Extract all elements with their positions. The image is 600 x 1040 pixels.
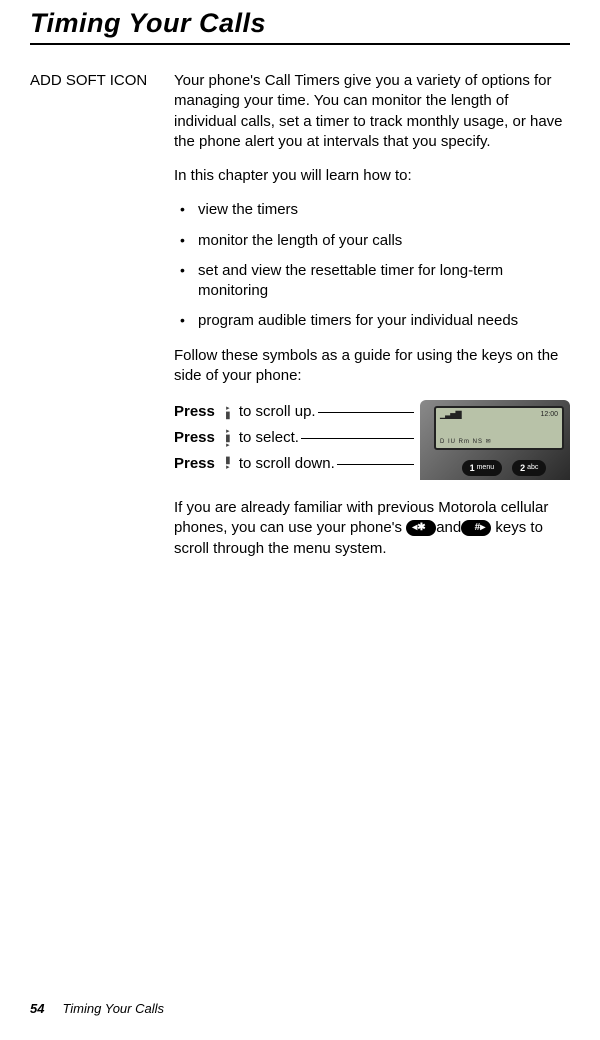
- status-line: D IU Rm NS ✉: [440, 438, 558, 446]
- press-label: Press: [174, 428, 215, 448]
- connector-line: [301, 438, 414, 439]
- press-label: Press: [174, 402, 215, 422]
- phone-illustration: ▁▃▅▇ 12:00 D IU Rm NS ✉ 1menu 2abc: [420, 400, 570, 480]
- press-select-text: to select.: [239, 428, 299, 448]
- page-title: Timing Your Calls: [30, 8, 570, 43]
- press-row-down: Press ▮▸ to scroll down.: [174, 453, 414, 475]
- familiar-and: and: [436, 519, 461, 536]
- select-icon: ▸▮▸: [221, 429, 235, 447]
- page-number: 54: [30, 1001, 44, 1016]
- phone-key-2: 2abc: [512, 460, 546, 476]
- learn-lead: In this chapter you will learn how to:: [174, 166, 570, 186]
- list-item: monitor the length of your calls: [174, 231, 570, 251]
- follow-symbols-paragraph: Follow these symbols as a guide for usin…: [174, 346, 570, 387]
- familiar-paragraph: If you are already familiar with previou…: [174, 498, 570, 559]
- hash-key-icon: #▸: [461, 520, 491, 536]
- intro-paragraph: Your phone's Call Timers give you a vari…: [174, 71, 570, 152]
- connector-line: [318, 412, 414, 413]
- page-footer: 54 Timing Your Calls: [30, 1001, 164, 1016]
- phone-screen: ▁▃▅▇ 12:00 D IU Rm NS ✉: [434, 406, 564, 450]
- press-up-text: to scroll up.: [239, 402, 316, 422]
- press-row-up: Press ▸▮ to scroll up.: [174, 401, 414, 423]
- title-rule: [30, 43, 570, 45]
- list-item: view the timers: [174, 200, 570, 220]
- list-item: set and view the resettable timer for lo…: [174, 261, 570, 302]
- connector-line: [337, 464, 414, 465]
- star-key-icon: ◂✱: [406, 520, 436, 536]
- footer-title: Timing Your Calls: [62, 1001, 164, 1016]
- content-row: ADD SOFT ICON Your phone's Call Timers g…: [30, 71, 570, 573]
- body-column: Your phone's Call Timers give you a vari…: [174, 71, 570, 573]
- clock-text: 12:00: [540, 410, 558, 419]
- press-lines: Press ▸▮ to scroll up. Press ▸▮▸ to sele…: [174, 401, 414, 479]
- bullet-list: view the timers monitor the length of yo…: [174, 200, 570, 331]
- signal-icon: ▁▃▅▇: [440, 410, 461, 421]
- list-item: program audible timers for your individu…: [174, 311, 570, 331]
- scroll-up-icon: ▸▮: [221, 403, 235, 421]
- scroll-down-icon: ▮▸: [221, 455, 235, 473]
- phone-keys: 1menu 2abc: [448, 460, 560, 476]
- press-diagram: Press ▸▮ to scroll up. Press ▸▮▸ to sele…: [174, 400, 570, 480]
- press-label: Press: [174, 454, 215, 474]
- press-row-select: Press ▸▮▸ to select.: [174, 427, 414, 449]
- press-down-text: to scroll down.: [239, 454, 335, 474]
- phone-key-1: 1menu: [462, 460, 503, 476]
- margin-note: ADD SOFT ICON: [30, 71, 150, 573]
